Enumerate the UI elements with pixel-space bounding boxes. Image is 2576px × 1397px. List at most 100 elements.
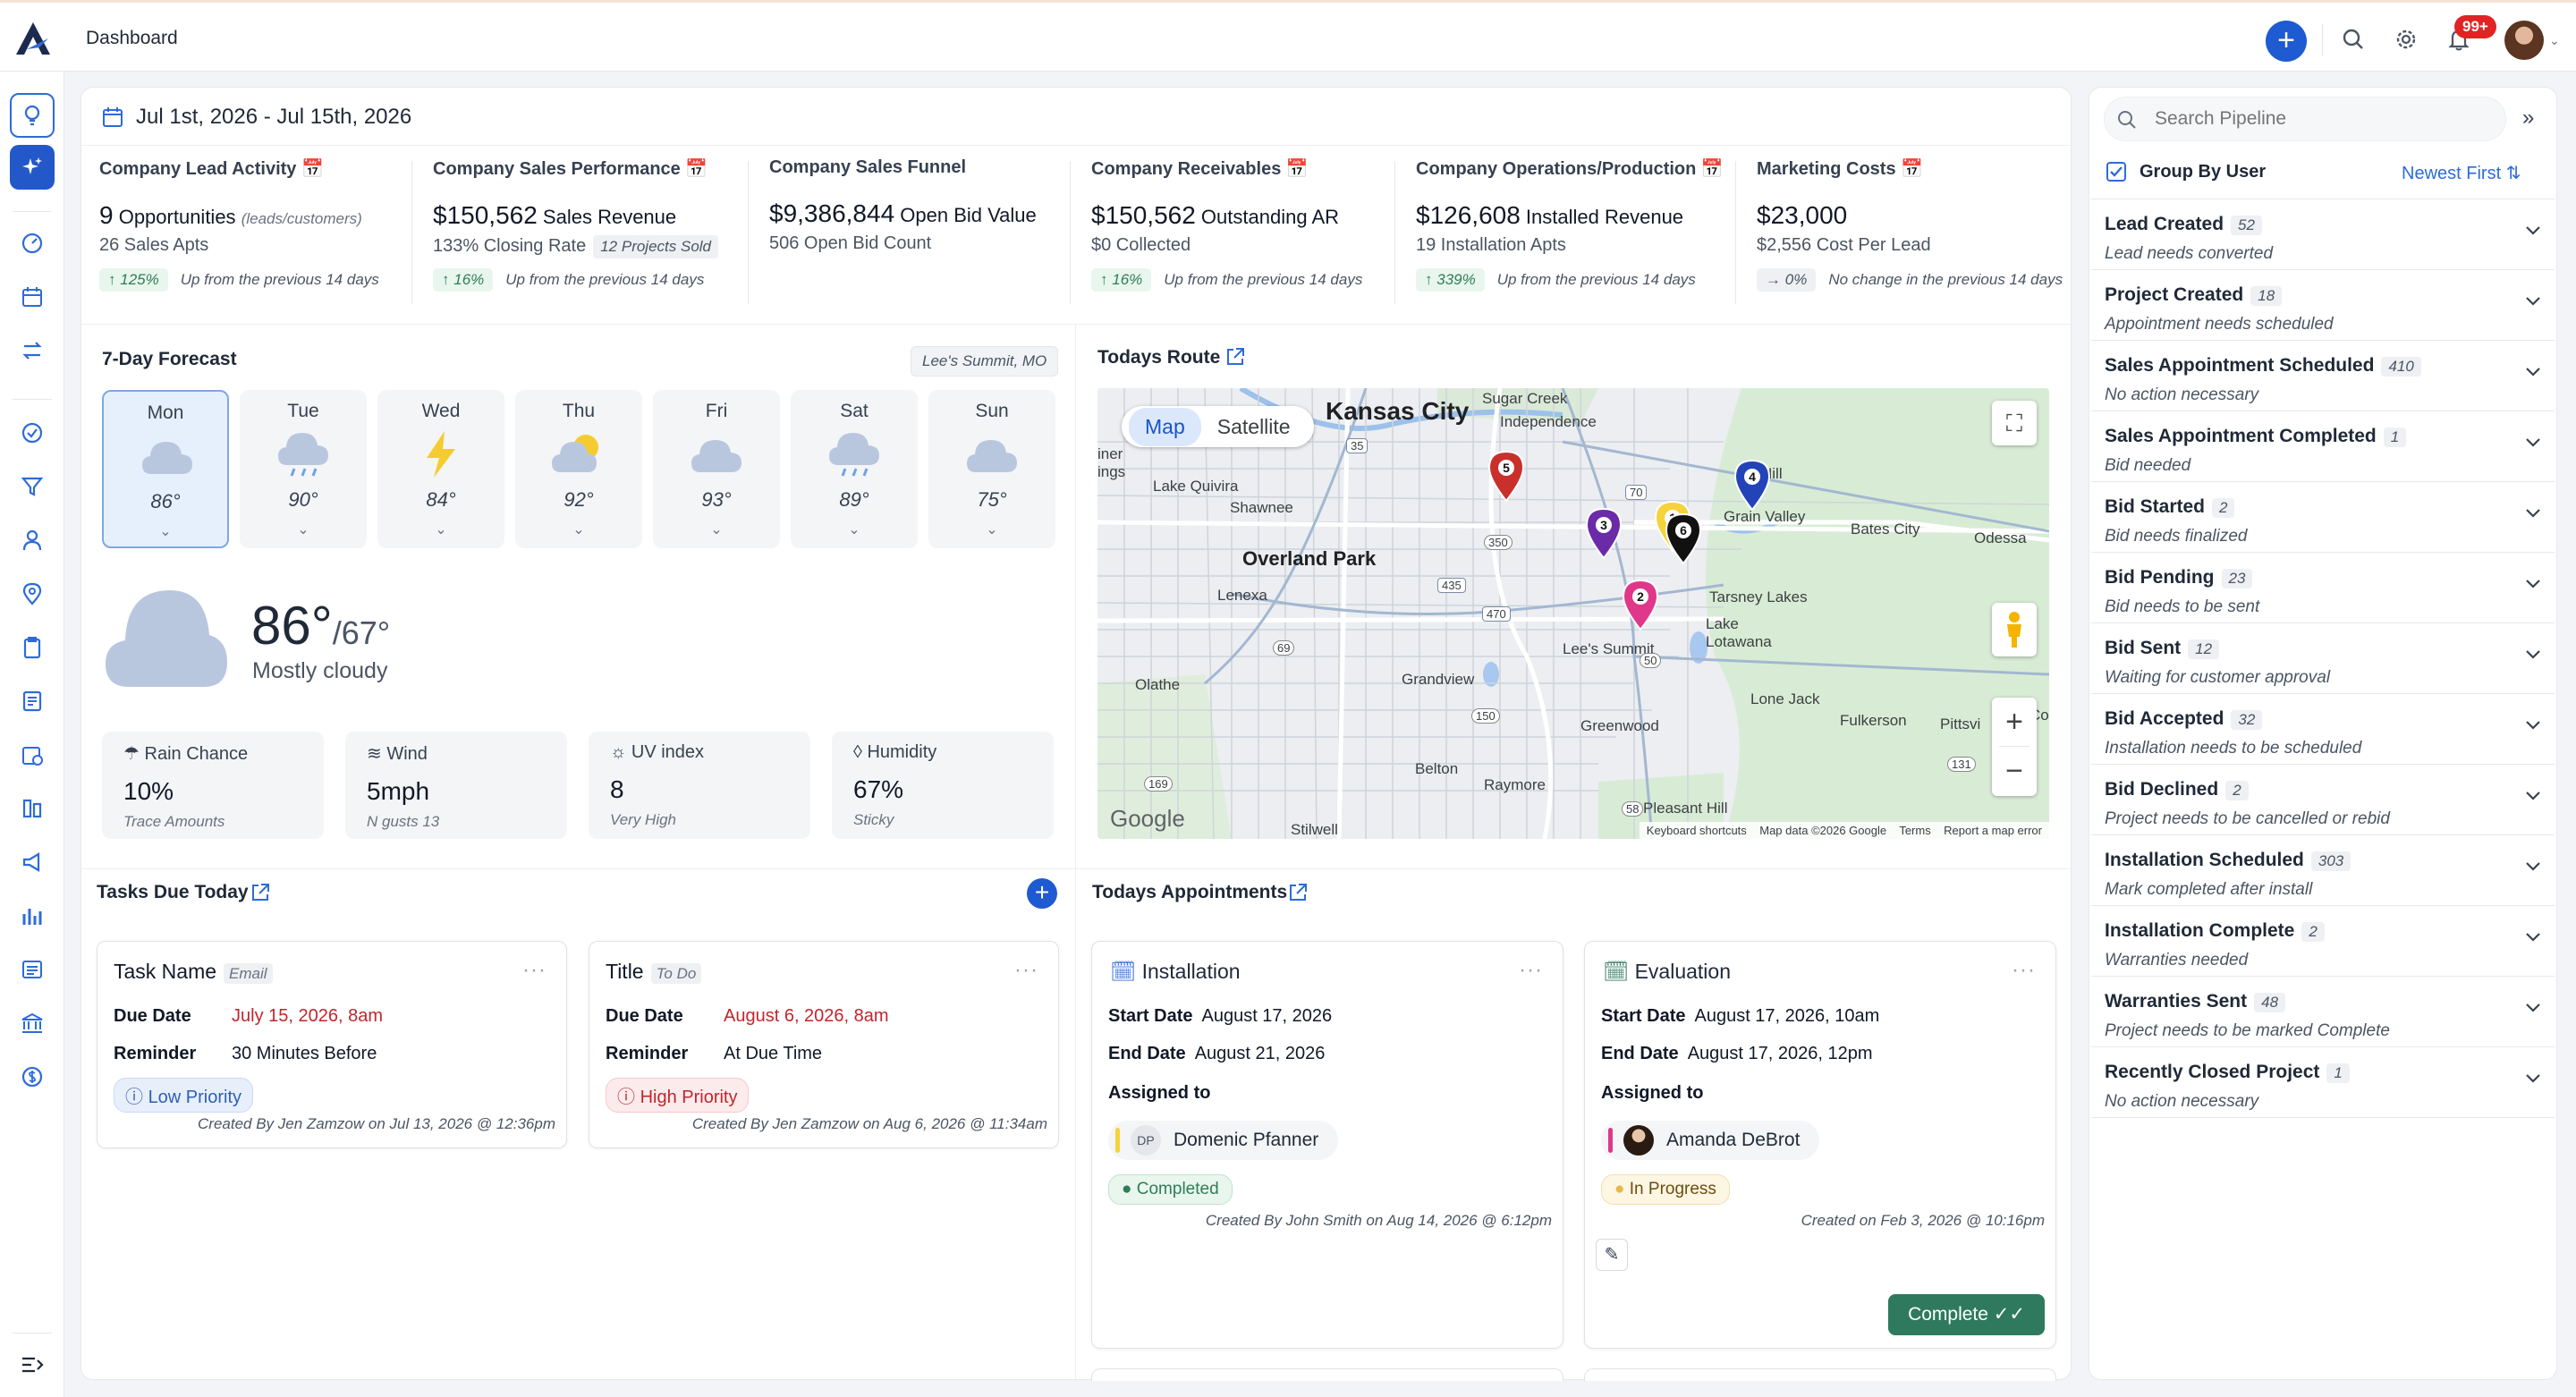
company-logo[interactable]: [13, 19, 54, 60]
forecast-day-tue[interactable]: Tue 90° ⌄: [240, 390, 367, 548]
user-avatar[interactable]: [2504, 21, 2544, 60]
expand-sidebar-icon[interactable]: [20, 1352, 45, 1377]
add-task-button[interactable]: +: [1027, 878, 1057, 909]
pipeline-item[interactable]: Installation Scheduled 303 Mark completed …: [2091, 835, 2555, 906]
chevron-down-icon[interactable]: [2524, 295, 2542, 308]
kpi-lead-activity[interactable]: Company Lead Activity 📅 9 Opportunities …: [99, 157, 379, 306]
more-options-icon[interactable]: ···: [1519, 958, 1543, 983]
sort-arrows-icon[interactable]: ⇅: [2506, 164, 2521, 183]
kpi-operations-production[interactable]: Company Operations/Production 📅 $126,608…: [1416, 157, 1724, 306]
kpi-receivables[interactable]: Company Receivables 📅 $150,562 Outstandi…: [1091, 157, 1362, 306]
pipeline-item[interactable]: Bid Pending 23 Bid needs to be sent: [2091, 553, 2555, 623]
keyboard-shortcuts-link[interactable]: Keyboard shortcuts: [1647, 824, 1747, 837]
chevron-down-icon[interactable]: [2524, 224, 2542, 237]
megaphone-icon[interactable]: [20, 850, 45, 875]
report-map-error-link[interactable]: Report a map error: [1944, 824, 2042, 837]
pipeline-item[interactable]: Project Created 18 Appointment needs sched…: [2091, 270, 2555, 341]
funnel-icon[interactable]: [20, 474, 45, 499]
zoom-in-button[interactable]: +: [1992, 698, 2037, 746]
route-map[interactable]: Kansas City Sugar Creek Independence Lak…: [1097, 388, 2049, 839]
calendar-clock-icon[interactable]: [20, 742, 45, 767]
more-options-icon[interactable]: ···: [2012, 958, 2036, 983]
assignee-chip[interactable]: Amanda DeBrot: [1601, 1121, 1820, 1160]
kpi-marketing-costs[interactable]: Marketing Costs 📅 $23,000 $2,556 Cost Pe…: [1757, 157, 2063, 306]
chevron-down-icon[interactable]: [2524, 1002, 2542, 1014]
calendar-icon[interactable]: [102, 106, 123, 128]
complete-button[interactable]: Complete ✓✓: [1888, 1294, 2045, 1335]
columns-icon[interactable]: [20, 796, 45, 821]
chevron-down-icon[interactable]: [2524, 648, 2542, 661]
more-options-icon[interactable]: ···: [522, 958, 547, 983]
edit-note-icon[interactable]: ✎: [1596, 1239, 1628, 1271]
map-tab-satellite[interactable]: Satellite: [1201, 408, 1307, 446]
forecast-day-wed[interactable]: Wed 84° ⌄: [377, 390, 504, 548]
pipeline-item[interactable]: Bid Accepted 32 Installation needs to be s…: [2091, 694, 2555, 765]
external-link-icon[interactable]: [250, 882, 271, 903]
zoom-out-button[interactable]: −: [1992, 747, 2037, 795]
external-link-icon[interactable]: [1224, 346, 1246, 368]
kpi-sales-performance[interactable]: Company Sales Performance 📅 $150,562 Sal…: [433, 157, 719, 306]
street-view-pegman[interactable]: [1992, 603, 2037, 656]
appointment-card[interactable]: 🗓 Evaluation ··· Start Date August 17, 20…: [1584, 941, 2056, 1349]
dollar-coin-icon[interactable]: [20, 1064, 45, 1089]
chevron-down-icon[interactable]: [2524, 860, 2542, 873]
chevron-down-icon[interactable]: [2524, 719, 2542, 732]
forecast-day-fri[interactable]: Fri 93° ⌄: [653, 390, 780, 548]
pipeline-item[interactable]: Recently Closed Project 1 No action necess…: [2091, 1047, 2555, 1118]
group-by-user-label[interactable]: Group By User: [2140, 162, 2266, 182]
date-range-picker[interactable]: Jul 1st, 2026 - Jul 15th, 2026: [136, 105, 411, 130]
assignee-chip[interactable]: DP Domenic Pfanner: [1108, 1121, 1339, 1160]
task-card[interactable]: Task Name Email ··· Due Date July 15, 2026…: [97, 941, 567, 1148]
chevron-down-icon[interactable]: [2524, 931, 2542, 944]
user-icon[interactable]: [20, 528, 45, 553]
forecast-day-mon[interactable]: Mon 86° ⌄: [102, 390, 229, 548]
forecast-day-sat[interactable]: Sat 89° ⌄: [791, 390, 918, 548]
create-new-button[interactable]: +: [2266, 21, 2307, 62]
pipeline-item[interactable]: Installation Complete 2 Warranties needed: [2091, 906, 2555, 977]
pipeline-item[interactable]: Warranties Sent 48 Project needs to be mar…: [2091, 977, 2555, 1047]
chevron-down-icon[interactable]: ⌄: [2549, 33, 2560, 48]
forecast-day-sun[interactable]: Sun 75° ⌄: [928, 390, 1055, 548]
chevron-down-icon[interactable]: [2524, 507, 2542, 520]
settings-gear-icon[interactable]: [2393, 26, 2419, 53]
chevron-down-icon[interactable]: [2524, 790, 2542, 802]
pipeline-item[interactable]: Lead Created 52 Lead needs converted: [2091, 199, 2555, 270]
collapse-panel-icon[interactable]: »: [2522, 106, 2534, 131]
map-pin-5[interactable]: 5: [1486, 449, 1527, 503]
list-icon[interactable]: [20, 957, 45, 982]
task-card[interactable]: Title To Do ··· Due Date August 6, 2026, 8…: [589, 941, 1059, 1148]
pipeline-item[interactable]: Bid Sent 12 Waiting for customer approval: [2091, 623, 2555, 694]
checkbox-checked-icon[interactable]: [2106, 162, 2126, 182]
more-options-icon[interactable]: ···: [1014, 958, 1038, 983]
chevron-down-icon[interactable]: [2524, 578, 2542, 590]
chevron-down-icon[interactable]: [2524, 436, 2542, 449]
pipeline-item[interactable]: Sales Appointment Scheduled 410 No action …: [2091, 341, 2555, 411]
forecast-day-thu[interactable]: Thu 92° ⌄: [515, 390, 642, 548]
forecast-location[interactable]: Lee's Summit, MO: [911, 346, 1059, 377]
document-report-icon[interactable]: [20, 689, 45, 714]
calendar-icon[interactable]: [20, 284, 45, 309]
fullscreen-button[interactable]: ⛶: [1992, 401, 2037, 445]
map-pin-2[interactable]: 2: [1620, 578, 1661, 631]
map-pin-icon[interactable]: [20, 581, 45, 606]
map-pin-6[interactable]: 6: [1663, 512, 1704, 565]
pipeline-item[interactable]: Bid Declined 2 Project needs to be cancell…: [2091, 765, 2555, 835]
chevron-down-icon[interactable]: [2524, 366, 2542, 378]
chevron-down-icon[interactable]: [2524, 1072, 2542, 1085]
search-pipeline-input[interactable]: [2104, 97, 2506, 141]
transfer-arrows-icon[interactable]: [20, 338, 45, 363]
bank-icon[interactable]: [20, 1011, 45, 1036]
map-pin-3[interactable]: 3: [1583, 506, 1624, 560]
pipeline-item[interactable]: Bid Started 2 Bid needs finalized: [2091, 482, 2555, 553]
check-circle-icon[interactable]: [20, 420, 45, 445]
clipboard-icon[interactable]: [20, 635, 45, 660]
terms-link[interactable]: Terms: [1899, 824, 1930, 837]
pipeline-item[interactable]: Sales Appointment Completed 1 Bid needed: [2091, 411, 2555, 482]
map-pin-4[interactable]: 4: [1732, 458, 1773, 512]
external-link-icon[interactable]: [1287, 882, 1309, 903]
search-icon[interactable]: [2340, 26, 2367, 53]
kpi-sales-funnel[interactable]: Company Sales Funnel $9,386,844 Open Bid…: [769, 157, 1037, 306]
map-tab-map[interactable]: Map: [1129, 407, 1201, 446]
bar-chart-icon[interactable]: [20, 903, 45, 928]
appointment-card[interactable]: 🗓 Installation ··· Start Date August 17, …: [1091, 941, 1563, 1349]
